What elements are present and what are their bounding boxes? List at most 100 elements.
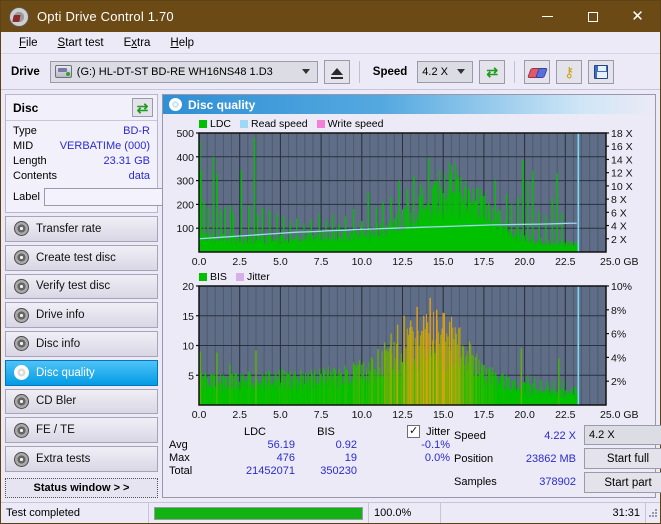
- legend-swatch: [317, 120, 325, 128]
- stats-header-bis: BIS: [295, 426, 357, 438]
- legend-swatch: [236, 273, 244, 281]
- legend-swatch: [199, 273, 207, 281]
- ldc-chart-svg: 1002003004005002 X4 X6 X8 X10 X12 X14 X1…: [165, 130, 652, 270]
- menu-file[interactable]: File: [9, 35, 48, 51]
- page-title: Disc quality: [188, 98, 255, 112]
- eject-icon: [331, 68, 343, 75]
- sidebar-item-label: Drive info: [36, 309, 85, 321]
- bis-chart: BIS Jitter 51015202%4%6%8%10%0.02.55.07.…: [165, 270, 653, 423]
- legend-label: BIS: [210, 271, 227, 283]
- sidebar-item-label: FE / TE: [36, 424, 75, 436]
- status-window-button[interactable]: Status window > >: [5, 478, 158, 498]
- stats-grid: LDC BIS ✓ Jitter Avg 56.19 0.92 -0.1% Ma…: [169, 425, 454, 477]
- menu-extra[interactable]: Extra: [114, 35, 161, 51]
- disc-panel-header: Disc ⇄: [6, 95, 157, 121]
- ldc-chart: LDC Read speed Write speed 1002003004005…: [165, 117, 653, 270]
- svg-text:5.0: 5.0: [273, 256, 288, 268]
- bis-chart-svg: 51015202%4%6%8%10%0.02.55.07.510.012.515…: [165, 283, 652, 423]
- jitter-label: Jitter: [426, 426, 450, 438]
- sidebar-item-fe-te[interactable]: FE / TE: [5, 417, 158, 443]
- charts-area: LDC Read speed Write speed 1002003004005…: [163, 114, 655, 423]
- disc-rows: Type BD-R MID VERBATIMe (000) Length 23.…: [6, 121, 157, 212]
- svg-text:17.5: 17.5: [474, 256, 495, 268]
- resize-grip[interactable]: [646, 506, 660, 520]
- sidebar-item-disc-info[interactable]: Disc info: [5, 331, 158, 357]
- legend-swatch: [240, 120, 248, 128]
- disc-icon: [14, 221, 29, 236]
- svg-text:17.5: 17.5: [474, 409, 495, 421]
- stats-row-label: Avg: [169, 439, 215, 451]
- speed-readout-value: 4.22 X: [506, 430, 576, 442]
- menu-bar: File Start test Extra Help: [1, 32, 660, 54]
- menu-help[interactable]: Help: [160, 35, 204, 51]
- drive-select[interactable]: (G:) HL-DT-ST BD-RE WH16NS48 1.D3: [50, 61, 318, 83]
- drive-label: Drive: [7, 66, 44, 78]
- svg-text:10 X: 10 X: [611, 181, 633, 193]
- eject-button[interactable]: [324, 60, 350, 84]
- menu-file-rest: ile: [26, 37, 38, 49]
- speed-select[interactable]: 4.2 X: [417, 61, 473, 83]
- speed-readout-label: Speed: [454, 430, 506, 442]
- legend-label: Jitter: [247, 271, 270, 283]
- stats-table: LDC BIS ✓ Jitter Avg 56.19 0.92 -0.1% Ma…: [169, 425, 454, 493]
- svg-text:300: 300: [176, 176, 194, 188]
- sidebar-item-transfer-rate[interactable]: Transfer rate: [5, 216, 158, 242]
- sidebar-item-drive-info[interactable]: Drive info: [5, 302, 158, 328]
- close-button[interactable]: ✕: [615, 1, 660, 32]
- main-panel-header: Disc quality: [163, 95, 655, 114]
- disc-icon: [14, 279, 29, 294]
- svg-text:22.5: 22.5: [555, 256, 576, 268]
- eraser-icon: [529, 66, 545, 77]
- svg-text:15.0: 15.0: [433, 409, 454, 421]
- disc-panel-title: Disc: [13, 101, 38, 115]
- position-readout-value: 23862 MB: [506, 453, 576, 465]
- menu-help-rest: elp: [179, 37, 194, 49]
- svg-text:4%: 4%: [611, 352, 626, 364]
- jitter-checkbox[interactable]: ✓: [407, 425, 420, 438]
- status-message: Test completed: [1, 503, 149, 523]
- progress-bar: [154, 507, 363, 520]
- legend-swatch: [199, 120, 207, 128]
- close-icon: ✕: [631, 9, 644, 24]
- save-button[interactable]: [588, 60, 614, 84]
- disc-refresh-button[interactable]: ⇄: [132, 98, 153, 117]
- svg-text:12.5: 12.5: [392, 256, 413, 268]
- menu-start-test[interactable]: Start test: [48, 35, 114, 51]
- chevron-down-icon: [302, 69, 310, 74]
- status-bar: Test completed 100.0% 31:31: [1, 502, 660, 523]
- sidebar-item-create-test-disc[interactable]: Create test disc: [5, 245, 158, 271]
- sidebar-item-label: Extra tests: [36, 453, 90, 465]
- maximize-button[interactable]: [570, 1, 615, 32]
- sidebar-item-disc-quality[interactable]: Disc quality: [5, 360, 158, 386]
- test-speed-select[interactable]: 4.2 X: [584, 425, 661, 445]
- bis-chart-legend: BIS Jitter: [165, 270, 653, 283]
- sidebar-item-verify-test-disc[interactable]: Verify test disc: [5, 274, 158, 300]
- svg-text:7.5: 7.5: [314, 256, 329, 268]
- sidebar-item-cd-bler[interactable]: CD Bler: [5, 389, 158, 415]
- disc-row-key: MID: [13, 139, 33, 154]
- title-bar: Opti Drive Control 1.70 ✕: [1, 1, 660, 32]
- svg-text:2.5: 2.5: [232, 409, 247, 421]
- disc-icon: [14, 394, 29, 409]
- legend-label: LDC: [210, 118, 231, 130]
- legend-label: Read speed: [251, 118, 308, 130]
- progress-cell: [149, 503, 369, 523]
- svg-text:200: 200: [176, 199, 194, 211]
- jitter-toggle[interactable]: ✓ Jitter: [357, 425, 454, 438]
- erase-button[interactable]: [524, 60, 550, 84]
- stats-max-bis: 19: [295, 452, 357, 464]
- progress-fill: [155, 508, 362, 519]
- minimize-button[interactable]: [525, 1, 570, 32]
- disc-row-value: 23.31 GB: [104, 154, 150, 169]
- start-full-button[interactable]: Start full: [584, 448, 661, 469]
- disc-row-key: Type: [13, 124, 37, 139]
- stats-total-bis: 350230: [295, 465, 357, 477]
- sidebar-item-extra-tests[interactable]: Extra tests: [5, 446, 158, 472]
- svg-text:20.0: 20.0: [514, 409, 535, 421]
- test-readout: Speed 4.22 X Position 23862 MB Samples 3…: [454, 425, 576, 493]
- svg-text:8%: 8%: [611, 305, 626, 317]
- refresh-button[interactable]: ⇄: [479, 60, 505, 84]
- start-part-button[interactable]: Start part: [584, 472, 661, 493]
- legend-item-ldc: LDC: [199, 118, 231, 130]
- key-button[interactable]: ⚷: [556, 60, 582, 84]
